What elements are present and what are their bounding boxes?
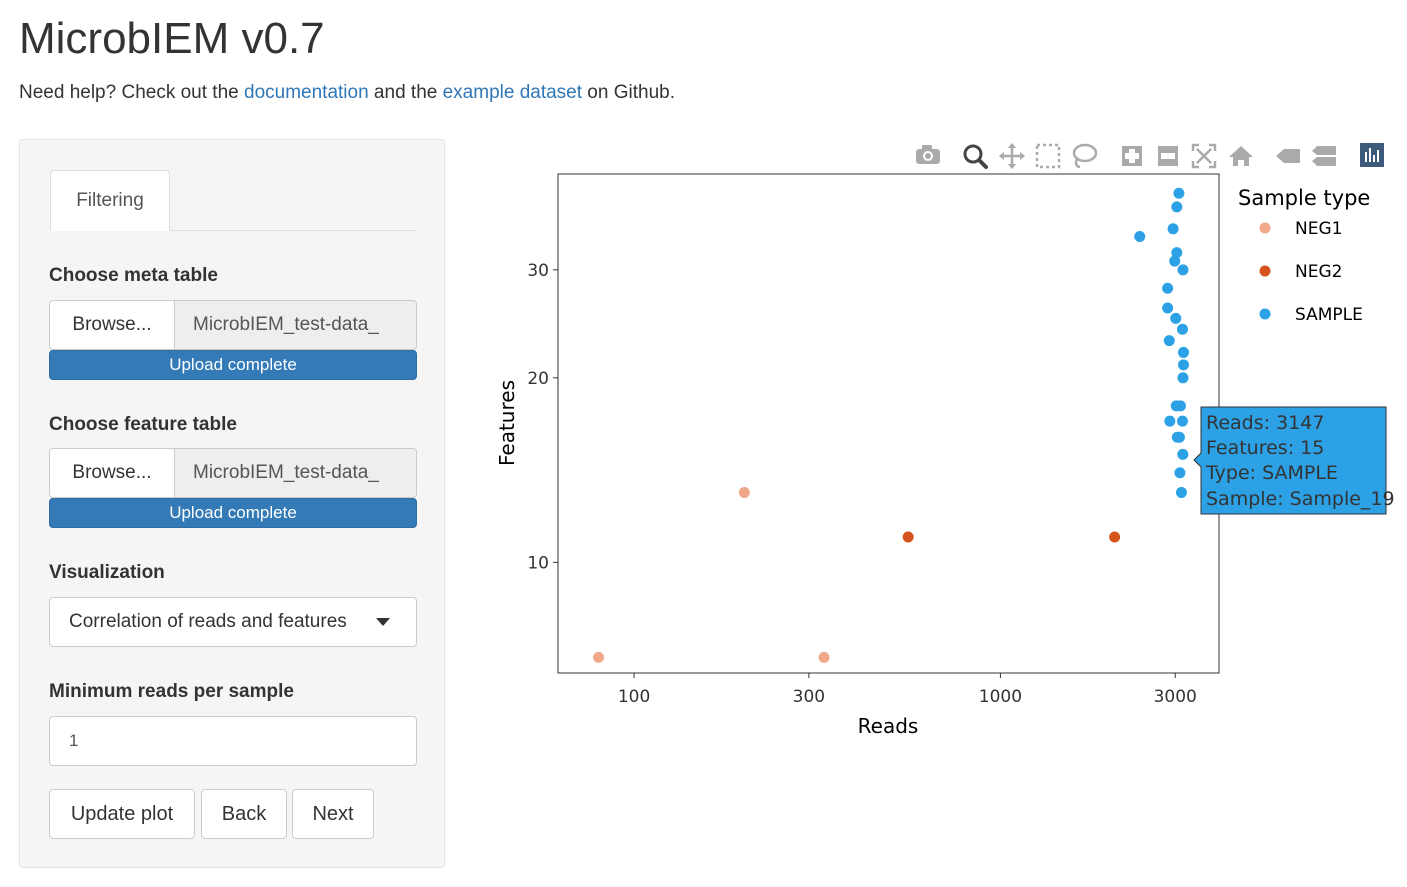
feature-browse-button[interactable]: Browse... (49, 448, 175, 498)
point-neg1[interactable] (593, 651, 605, 663)
x-tick-label: 300 (793, 687, 825, 707)
zoom-icon[interactable] (963, 144, 988, 169)
point-sample[interactable] (1162, 282, 1174, 294)
feature-table-label: Choose feature table (49, 414, 237, 435)
point-sample[interactable] (1175, 487, 1187, 499)
legend-title: Sample type (1238, 186, 1370, 210)
zoom-in-icon[interactable] (1122, 146, 1142, 166)
x-axis: 100 300 1000 3000 (618, 673, 1197, 707)
point-sample[interactable] (1134, 231, 1146, 243)
visualization-select[interactable]: Correlation of reads and features (49, 597, 417, 647)
hover-tooltip: Reads: 3147 Features: 15 Type: SAMPLE Sa… (1193, 406, 1395, 515)
update-plot-button[interactable]: Update plot (49, 789, 195, 839)
autoscale-icon[interactable] (1191, 143, 1217, 169)
point-sample[interactable] (1163, 335, 1175, 347)
point-sample[interactable] (1171, 201, 1183, 213)
camera-icon[interactable] (916, 145, 940, 164)
help-prefix: Need help? Check out the (19, 82, 244, 103)
reset-axes-icon[interactable] (1229, 146, 1253, 166)
min-reads-label: Minimum reads per sample (49, 681, 294, 702)
help-text: Need help? Check out the documentation a… (19, 81, 675, 105)
plot-area[interactable] (557, 173, 1220, 674)
y-tick-label: 10 (527, 553, 549, 573)
point-sample[interactable] (1162, 302, 1174, 314)
zoom-out-icon[interactable] (1158, 146, 1178, 166)
point-sample[interactable] (1173, 187, 1185, 199)
point-neg1[interactable] (818, 651, 830, 663)
visualization-selected-value: Correlation of reads and features (69, 611, 347, 632)
visualization-label: Visualization (49, 562, 165, 583)
plot-svg: 10 20 30 100 300 1000 3000 Reads Features Sam… (495, 143, 1395, 738)
help-middle: and the (368, 82, 443, 103)
point-sample[interactable] (1169, 255, 1181, 267)
pan-icon[interactable] (999, 143, 1025, 169)
lasso-select-icon[interactable] (1072, 143, 1098, 169)
caret-down-icon (376, 618, 390, 626)
tooltip-line-features: Features: 15 (1206, 437, 1324, 459)
back-button[interactable]: Back (201, 789, 287, 839)
y-tick-label: 20 (527, 369, 549, 389)
y-axis: 10 20 30 (527, 261, 558, 573)
box-select-icon[interactable] (1035, 143, 1061, 169)
feature-file-input: Browse... MicrobIEM_test-data_ (49, 448, 417, 498)
feature-filename-field: MicrobIEM_test-data_ (175, 448, 417, 498)
plot-container: 10 20 30 100 300 1000 3000 Reads Features Sam… (480, 138, 1407, 758)
legend-marker-sample[interactable] (1259, 308, 1271, 320)
meta-file-input: Browse... MicrobIEM_test-data_ (49, 300, 417, 350)
point-sample[interactable] (1174, 467, 1186, 479)
meta-upload-progress: Upload complete (49, 350, 417, 380)
tooltip-line-type: Type: SAMPLE (1205, 462, 1338, 484)
point-sample[interactable] (1177, 448, 1189, 460)
legend: Sample type NEG1 NEG2 SAMPLE (1238, 186, 1370, 325)
x-tick-label: 3000 (1154, 687, 1197, 707)
point-sample[interactable] (1177, 372, 1189, 384)
point-sample[interactable] (1167, 223, 1179, 235)
legend-label-neg1[interactable]: NEG1 (1295, 219, 1342, 239)
point-neg2[interactable] (902, 531, 914, 543)
sidebar-panel: Filtering Choose meta table Browse... Mi… (19, 139, 445, 868)
y-tick-label: 30 (527, 261, 549, 281)
legend-marker-neg2[interactable] (1259, 265, 1271, 277)
next-button[interactable]: Next (292, 789, 374, 839)
point-sample[interactable] (1177, 346, 1189, 358)
y-axis-title: Features (495, 380, 519, 466)
point-sample[interactable] (1176, 323, 1188, 335)
modebar (916, 143, 1384, 169)
tooltip-line-reads: Reads: 3147 (1206, 412, 1324, 434)
example-dataset-link[interactable]: example dataset (443, 82, 582, 103)
point-sample[interactable] (1164, 415, 1176, 427)
tab-filtering[interactable]: Filtering (50, 170, 170, 231)
help-suffix: on Github. (582, 82, 675, 103)
x-tick-label: 100 (618, 687, 650, 707)
feature-upload-progress: Upload complete (49, 498, 417, 528)
point-sample[interactable] (1176, 415, 1188, 427)
min-reads-input[interactable]: 1 (49, 716, 417, 766)
meta-browse-button[interactable]: Browse... (49, 300, 175, 350)
point-neg1[interactable] (738, 487, 750, 499)
point-sample[interactable] (1171, 431, 1183, 443)
x-axis-title: Reads (858, 714, 919, 738)
meta-filename-field: MicrobIEM_test-data_ (175, 300, 417, 350)
plotly-logo-icon[interactable] (1360, 143, 1384, 167)
legend-label-sample[interactable]: SAMPLE (1295, 305, 1363, 325)
legend-label-neg2[interactable]: NEG2 (1295, 262, 1342, 282)
hover-compare-icon[interactable] (1312, 146, 1336, 166)
point-neg2[interactable] (1109, 531, 1121, 543)
meta-table-label: Choose meta table (49, 265, 218, 286)
tooltip-line-sample: Sample: Sample_19 (1206, 488, 1395, 510)
hover-closest-icon[interactable] (1276, 149, 1300, 163)
app-title: MicrobIEM v0.7 (19, 14, 325, 63)
point-sample[interactable] (1177, 359, 1189, 371)
legend-marker-neg1[interactable] (1259, 222, 1271, 234)
x-tick-label: 1000 (979, 687, 1022, 707)
point-sample[interactable] (1170, 312, 1182, 324)
point-sample[interactable] (1177, 264, 1189, 276)
documentation-link[interactable]: documentation (244, 82, 369, 103)
point-sample[interactable] (1170, 400, 1182, 412)
